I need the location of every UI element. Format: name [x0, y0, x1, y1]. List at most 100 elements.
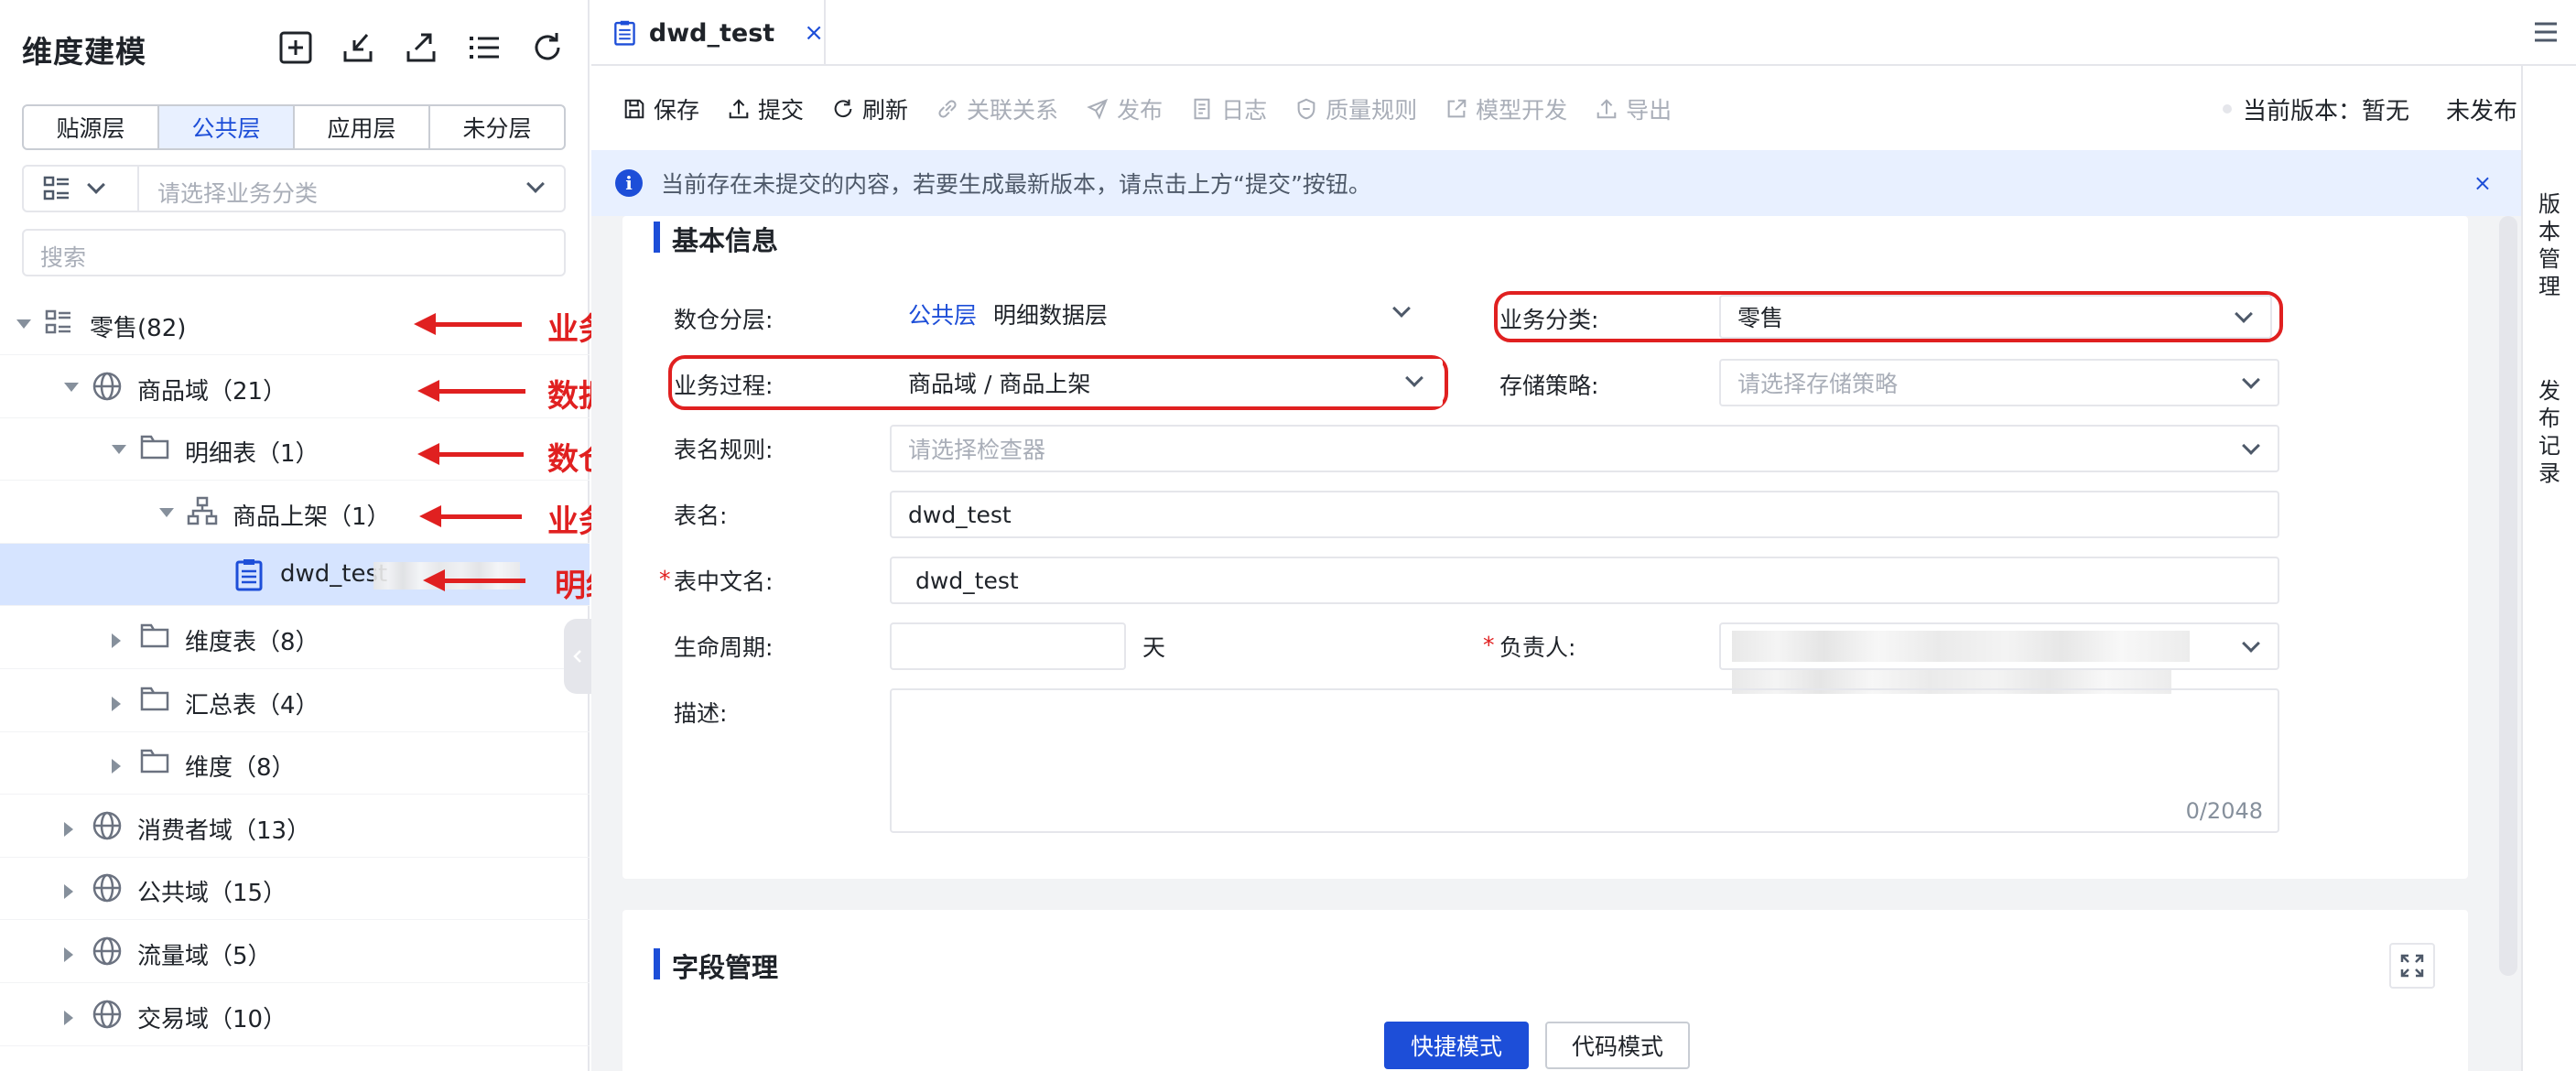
search-input[interactable]: 搜索: [22, 229, 566, 276]
tree-item-count: （10）: [209, 1005, 287, 1033]
chevron-left-icon: [573, 650, 581, 663]
tab-source-layer[interactable]: 贴源层: [24, 106, 159, 148]
toolbar-button[interactable]: 刷新: [831, 92, 908, 125]
rule-select[interactable]: 请选择检查器: [890, 425, 2279, 472]
storage-select[interactable]: 请选择存储策略: [1719, 359, 2279, 406]
caret-down-icon[interactable]: [112, 445, 126, 455]
tree-item[interactable]: 消费者域（13）: [0, 795, 590, 858]
toolbar-button-label: 关联关系: [967, 97, 1059, 124]
toolbar-button[interactable]: 导出: [1595, 92, 1672, 125]
tab-public-layer[interactable]: 公共层: [159, 106, 295, 148]
category-select[interactable]: 零售: [1719, 295, 2272, 339]
layer-tabs: 贴源层 公共层 应用层 未分层: [22, 104, 566, 150]
description-textarea[interactable]: 0/2048: [890, 688, 2279, 833]
process-select[interactable]: 商品域 / 商品上架: [890, 359, 1443, 406]
section-marker: [654, 948, 660, 979]
owner-label: 负责人:: [1499, 634, 1576, 661]
right-panel: 版本管理 发布记录: [2521, 66, 2576, 1071]
quick-mode-button[interactable]: 快捷模式: [1384, 1022, 1529, 1069]
tree-item[interactable]: 维度表（8）: [0, 607, 590, 669]
caret-right-icon[interactable]: [64, 1010, 73, 1025]
tree-item[interactable]: 流量域（5）: [0, 921, 590, 983]
toolbar-button[interactable]: 发布: [1086, 92, 1163, 125]
tab-dwd-test[interactable]: dwd_test ×: [591, 0, 826, 66]
caret-right-icon[interactable]: [64, 821, 73, 837]
globe-icon: [92, 872, 123, 903]
layer-label: 数仓分层:: [674, 307, 774, 333]
caret-down-icon[interactable]: [64, 382, 79, 392]
layer-tag: 公共层: [908, 302, 978, 329]
tab-app-layer[interactable]: 应用层: [295, 106, 430, 148]
layer-select[interactable]: 公共层 明细数据层: [892, 289, 1423, 339]
toolbar-button[interactable]: 日志: [1190, 92, 1267, 125]
caret-right-icon[interactable]: [64, 884, 73, 900]
publish-record-link[interactable]: 发布记录: [2536, 377, 2563, 487]
cn-name-input[interactable]: dwd_test: [890, 557, 2279, 604]
list-icon[interactable]: [466, 29, 506, 70]
tree-item-label: 维度（8）: [185, 749, 296, 783]
process-value: 商品域 / 商品上架: [908, 371, 1091, 397]
scrollbar-thumb[interactable]: [2499, 216, 2517, 976]
tab-unlayered[interactable]: 未分层: [430, 106, 564, 148]
link-icon: [936, 96, 967, 122]
tree-item-label: 消费者域（13）: [137, 812, 310, 846]
caret-right-icon[interactable]: [112, 696, 121, 711]
toolbar-button[interactable]: 模型开发: [1445, 92, 1567, 125]
category-placeholder[interactable]: 请选择业务分类: [157, 176, 318, 209]
tree-item-label: 商品上架（1）: [233, 498, 391, 532]
chevron-down-icon: [1392, 299, 1411, 318]
tree-item[interactable]: 汇总表（4）: [0, 670, 590, 732]
tree-item[interactable]: 公共域（15）: [0, 858, 590, 921]
notice-close-icon[interactable]: ×: [2473, 170, 2492, 196]
tree-item-count: （4）: [256, 691, 319, 719]
tree-item-count: （15）: [209, 880, 287, 908]
tree-item[interactable]: 交易域（10）: [0, 984, 590, 1046]
tree-item[interactable]: 维度（8）: [0, 732, 590, 795]
tree-item-count: （8）: [233, 754, 296, 783]
caret-right-icon[interactable]: [112, 633, 121, 648]
fullscreen-icon[interactable]: [2389, 943, 2435, 989]
toolbar-button[interactable]: 质量规则: [1294, 92, 1417, 125]
tree-item[interactable]: 商品上架（1）: [0, 481, 590, 544]
view-mode-select[interactable]: [24, 167, 139, 211]
category-filter: 请选择业务分类: [22, 165, 566, 212]
version-mgmt-link[interactable]: 版本管理: [2536, 190, 2563, 300]
lifecycle-input[interactable]: [890, 622, 1126, 670]
caret-right-icon[interactable]: [112, 759, 121, 774]
tab-title: dwd_test: [648, 18, 775, 48]
tree-item[interactable]: 商品域（21）: [0, 356, 590, 418]
tree-item[interactable]: dwd_test: [0, 544, 590, 607]
toolbar-button[interactable]: 关联关系: [936, 92, 1058, 125]
code-mode-button[interactable]: 代码模式: [1545, 1022, 1690, 1069]
tab-close-icon[interactable]: ×: [804, 19, 824, 47]
export-icon[interactable]: [403, 29, 443, 70]
globe-icon: [92, 936, 123, 967]
menu-icon[interactable]: [2532, 18, 2560, 46]
tab-bar: dwd_test ×: [591, 0, 2576, 66]
import-icon[interactable]: [340, 29, 380, 70]
required-mark: *: [659, 566, 671, 592]
toolbar-button[interactable]: 保存: [622, 92, 699, 125]
caret-down-icon[interactable]: [159, 507, 174, 517]
chevron-down-icon: [87, 176, 105, 194]
tree-item-name: 流量域: [137, 943, 210, 970]
tree-item-name: 公共域: [137, 880, 210, 908]
owner-select[interactable]: [1719, 622, 2279, 670]
refresh-icon[interactable]: [529, 29, 569, 70]
tree-item-count: （5）: [209, 943, 272, 970]
tree-item[interactable]: 明细表（1）: [0, 418, 590, 481]
caret-down-icon[interactable]: [16, 319, 31, 329]
tree-item-label: 明细表（1）: [185, 435, 319, 469]
toolbar: 保存 提交 刷新 关联关系 发布 日志 质量规则 模型开发 导出 当前版本：暂无 未发布: [591, 68, 2521, 150]
status-dot: [2222, 104, 2232, 114]
tree-item-name: dwd_test: [280, 560, 388, 589]
tree-item-label: 流量域（5）: [137, 937, 272, 971]
table-name-input[interactable]: dwd_test: [890, 491, 2279, 538]
publish-status: 未发布: [2445, 97, 2517, 125]
add-icon[interactable]: [277, 29, 318, 70]
collapse-sidebar-handle[interactable]: [564, 619, 591, 694]
toolbar-button[interactable]: 提交: [727, 92, 804, 125]
basic-info-title: 基本信息: [672, 225, 779, 256]
lifecycle-label: 生命周期:: [674, 634, 774, 661]
caret-right-icon[interactable]: [64, 947, 73, 962]
